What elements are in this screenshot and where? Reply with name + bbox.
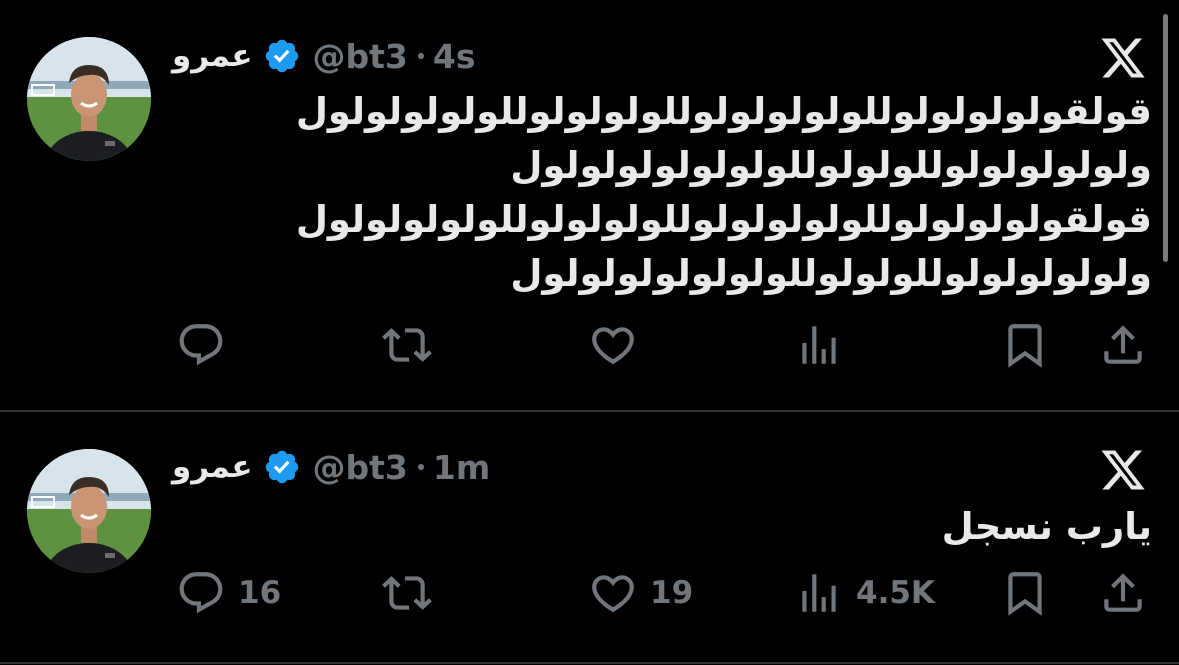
tweet-text-line: يارب نسجل — [941, 505, 1152, 548]
tweet-actions: 16 19 4.5K — [170, 568, 1150, 618]
bookmark-icon — [1008, 572, 1042, 616]
tweet-divider — [0, 662, 1179, 664]
tweet-header: عمرو @bt3 1m — [172, 445, 490, 489]
avatar[interactable] — [27, 449, 151, 573]
verified-badge-icon — [263, 448, 301, 486]
reply-count: 16 — [238, 575, 282, 611]
like-icon — [592, 575, 634, 613]
avatar-photo — [27, 449, 151, 573]
views-icon — [802, 574, 836, 612]
separator-dot — [417, 464, 424, 470]
x-logo-icon — [1097, 446, 1149, 494]
retweet-icon — [382, 576, 432, 610]
display-name[interactable]: عمرو — [172, 449, 253, 485]
reply-button[interactable]: 16 — [176, 568, 281, 618]
share-icon — [1104, 573, 1142, 612]
tweet[interactable]: عمرو @bt3 1m يارب نسجل 16 19 4.5K — [0, 0, 1179, 665]
retweet-button[interactable] — [382, 568, 444, 618]
bookmark-button[interactable] — [1000, 568, 1050, 618]
like-button[interactable]: 19 — [588, 568, 693, 618]
timestamp[interactable]: 1m — [433, 448, 490, 487]
reply-icon — [179, 572, 223, 614]
views-count: 4.5K — [856, 575, 935, 611]
handle[interactable]: @bt3 — [313, 448, 408, 487]
handle-and-time: @bt3 1m — [313, 448, 491, 487]
like-count: 19 — [650, 575, 694, 611]
views-button[interactable]: 4.5K — [794, 568, 935, 618]
share-button[interactable] — [1098, 568, 1148, 618]
tweet-text: يارب نسجل — [162, 500, 1152, 554]
